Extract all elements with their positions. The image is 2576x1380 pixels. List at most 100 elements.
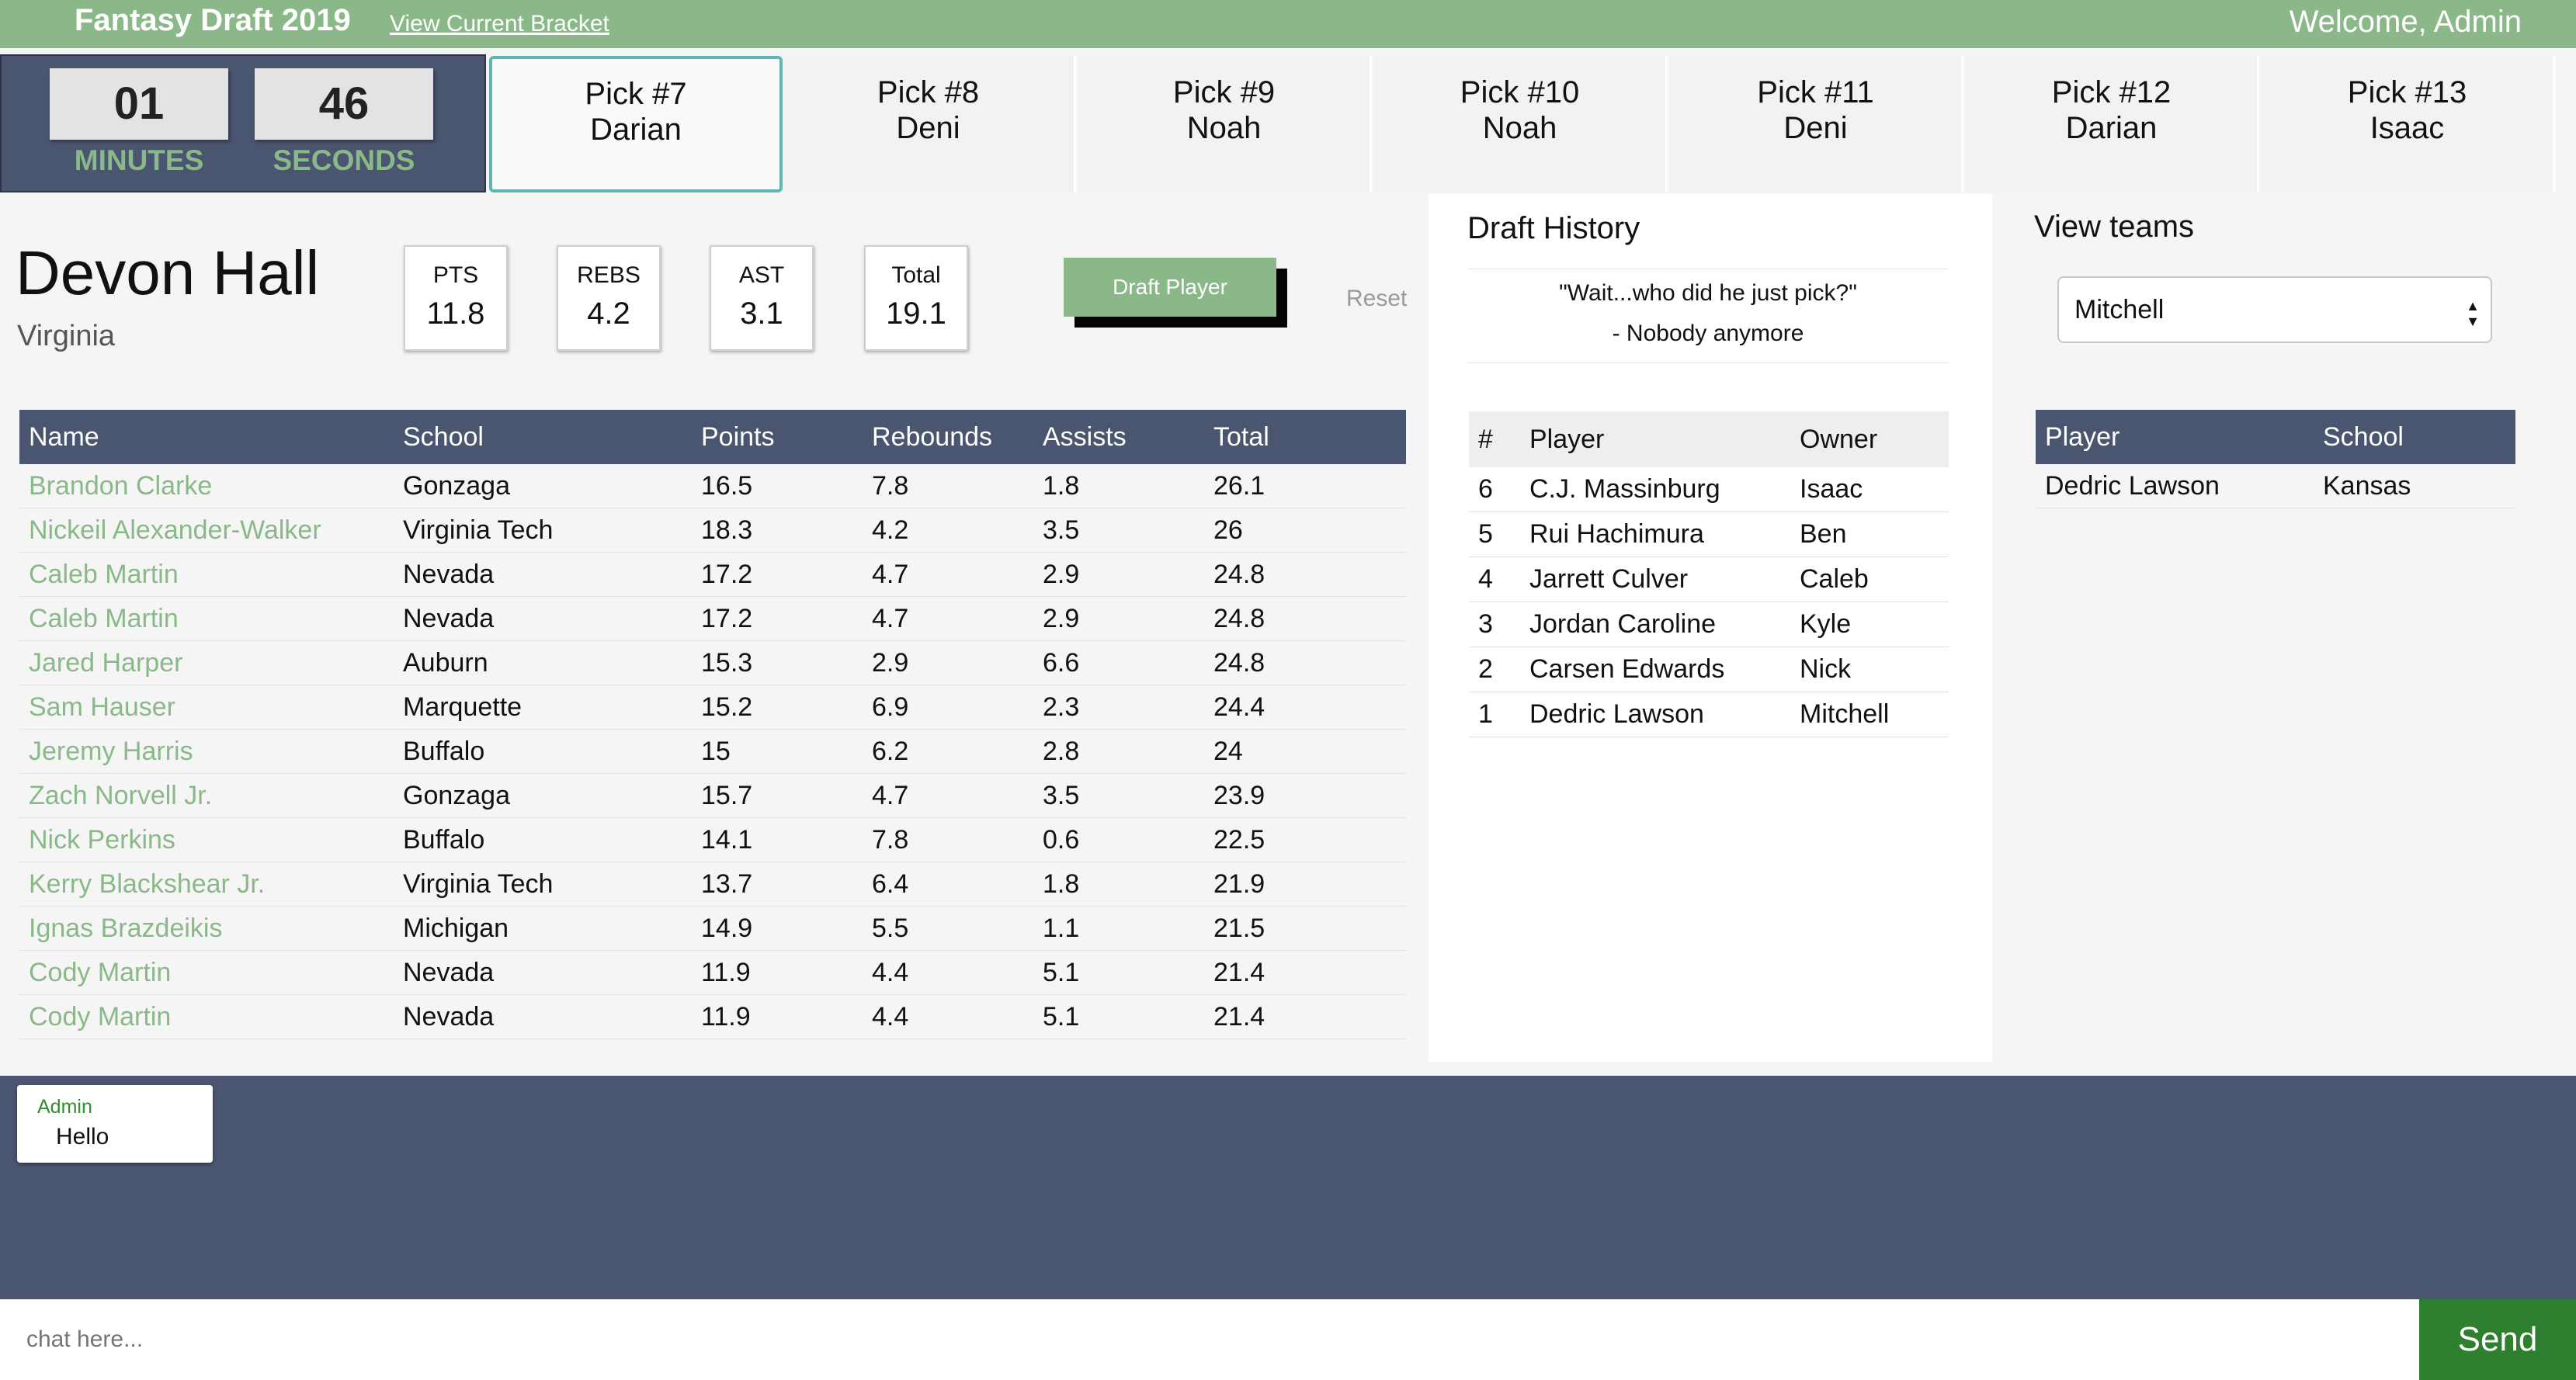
player-name-cell[interactable]: Caleb Martin: [19, 552, 394, 597]
assists-cell: 2.8: [1033, 729, 1204, 774]
table-row[interactable]: Jeremy Harris Buffalo 15 6.2 2.8 24: [19, 729, 1406, 774]
school-cell: Virginia Tech: [394, 508, 692, 553]
assists-cell: 2.9: [1033, 596, 1204, 641]
table-row[interactable]: Cody Martin Nevada 11.9 4.4 5.1 21.4: [19, 950, 1406, 995]
table-row[interactable]: Kerry Blackshear Jr. Virginia Tech 13.7 6.4…: [19, 862, 1406, 907]
pick-number-cell: 6: [1469, 467, 1520, 512]
table-row[interactable]: Caleb Martin Nevada 17.2 4.7 2.9 24.8: [19, 596, 1406, 641]
total-cell: 21.5: [1204, 906, 1406, 951]
points-cell: 15.2: [692, 685, 863, 730]
player-name-cell[interactable]: Zach Norvell Jr.: [19, 773, 394, 818]
pick-number-cell: 2: [1469, 647, 1520, 692]
player-name-cell[interactable]: Cody Martin: [19, 994, 394, 1039]
school-cell: Nevada: [394, 596, 692, 641]
player-name-cell: Dedric Lawson: [1520, 692, 1790, 737]
player-name-cell[interactable]: Ignas Brazdeikis: [19, 906, 394, 951]
history-row[interactable]: 5 Rui Hachimura Ben: [1469, 511, 1949, 557]
column-header-school: School: [2314, 410, 2515, 464]
stat-value: 4.2: [587, 296, 630, 331]
player-name-cell[interactable]: Jeremy Harris: [19, 729, 394, 774]
send-button[interactable]: Send: [2419, 1299, 2576, 1380]
column-header-school[interactable]: School: [394, 410, 692, 464]
rebounds-cell: 4.4: [863, 994, 1033, 1039]
assists-cell: 2.9: [1033, 552, 1204, 597]
owner-cell: Mitchell: [1790, 692, 1949, 737]
table-row[interactable]: Nickeil Alexander-Walker Virginia Tech 18.…: [19, 508, 1406, 553]
chat-input[interactable]: [0, 1299, 2407, 1380]
player-name-cell[interactable]: Brandon Clarke: [19, 464, 394, 508]
team-roster-table: Player School Dedric Lawson Kansas: [2036, 410, 2515, 508]
player-name-cell[interactable]: Nickeil Alexander-Walker: [19, 508, 394, 553]
selected-player-name: Devon Hall: [16, 238, 320, 307]
view-bracket-link[interactable]: View Current Bracket: [390, 11, 609, 37]
column-header-total[interactable]: Total: [1204, 410, 1406, 464]
player-name-cell[interactable]: Kerry Blackshear Jr.: [19, 862, 394, 907]
chat-message: Admin Hello: [17, 1085, 213, 1163]
pick-card-9[interactable]: Pick #9 Noah: [1078, 56, 1372, 192]
minutes-value: 01: [50, 68, 228, 140]
table-row[interactable]: Nick Perkins Buffalo 14.1 7.8 0.6 22.5: [19, 817, 1406, 862]
pick-card-8[interactable]: Pick #8 Deni: [783, 56, 1076, 192]
pick-number-cell: 3: [1469, 602, 1520, 647]
total-cell: 21.9: [1204, 862, 1406, 907]
stat-label: Total: [891, 262, 941, 288]
school-cell: Gonzaga: [394, 464, 692, 508]
team-select[interactable]: Mitchell ▲ ▼: [2057, 276, 2492, 343]
stat-value: 11.8: [426, 296, 485, 331]
available-players-table: Name School Points Rebounds Assists Tota…: [19, 410, 1406, 1039]
chat-input-bar: [0, 1299, 2419, 1380]
column-header-name[interactable]: Name: [19, 410, 394, 464]
points-cell: 17.2: [692, 596, 863, 641]
pick-number: Pick #10: [1460, 75, 1580, 109]
player-name-cell[interactable]: Sam Hauser: [19, 685, 394, 730]
app-title: Fantasy Draft 2019: [75, 3, 351, 37]
history-row[interactable]: 6 C.J. Massinburg Isaac: [1469, 467, 1949, 512]
chat-message-author: Admin: [37, 1096, 92, 1118]
history-row[interactable]: 1 Dedric Lawson Mitchell: [1469, 692, 1949, 737]
table-row[interactable]: Jared Harper Auburn 15.3 2.9 6.6 24.8: [19, 640, 1406, 685]
history-row[interactable]: 2 Carsen Edwards Nick: [1469, 647, 1949, 692]
assists-cell: 5.1: [1033, 950, 1204, 995]
points-cell: 14.9: [692, 906, 863, 951]
pick-card-10[interactable]: Pick #10 Noah: [1374, 56, 1668, 192]
assists-cell: 2.3: [1033, 685, 1204, 730]
roster-row[interactable]: Dedric Lawson Kansas: [2036, 464, 2515, 508]
history-row[interactable]: 4 Jarrett Culver Caleb: [1469, 557, 1949, 602]
stat-box-ast: AST 3.1: [710, 245, 814, 351]
table-row[interactable]: Brandon Clarke Gonzaga 16.5 7.8 1.8 26.1: [19, 464, 1406, 508]
player-name-cell: Jordan Caroline: [1520, 602, 1790, 647]
school-cell: Marquette: [394, 685, 692, 730]
pick-owner: Isaac: [2369, 111, 2445, 145]
table-row[interactable]: Cody Martin Nevada 11.9 4.4 5.1 21.4: [19, 994, 1406, 1039]
points-cell: 16.5: [692, 464, 863, 508]
selected-player-school: Virginia: [17, 320, 116, 352]
pick-card-11[interactable]: Pick #11 Deni: [1670, 56, 1963, 192]
player-name-cell[interactable]: Cody Martin: [19, 950, 394, 995]
column-header-rebounds[interactable]: Rebounds: [863, 410, 1033, 464]
quote-text: "Wait...who did he just pick?": [1559, 280, 1857, 306]
draft-player-button[interactable]: Draft Player: [1064, 258, 1276, 317]
table-row[interactable]: Sam Hauser Marquette 15.2 6.9 2.3 24.4: [19, 685, 1406, 730]
points-cell: 15: [692, 729, 863, 774]
pick-card-7[interactable]: Pick #7 Darian: [489, 56, 783, 192]
owner-cell: Caleb: [1790, 557, 1949, 602]
history-row[interactable]: 3 Jordan Caroline Kyle: [1469, 602, 1949, 647]
table-row[interactable]: Caleb Martin Nevada 17.2 4.7 2.9 24.8: [19, 552, 1406, 597]
school-cell: Kansas: [2314, 464, 2515, 508]
column-header-assists[interactable]: Assists: [1033, 410, 1204, 464]
assists-cell: 0.6: [1033, 817, 1204, 862]
pick-card-13[interactable]: Pick #13 Isaac: [2262, 56, 2555, 192]
column-header-player: Player: [2036, 410, 2314, 464]
table-row[interactable]: Zach Norvell Jr. Gonzaga 15.7 4.7 3.5 23.9: [19, 773, 1406, 818]
total-cell: 24.4: [1204, 685, 1406, 730]
column-header-points[interactable]: Points: [692, 410, 863, 464]
table-row[interactable]: Ignas Brazdeikis Michigan 14.9 5.5 1.1 21.5: [19, 906, 1406, 951]
player-name-cell[interactable]: Nick Perkins: [19, 817, 394, 862]
player-name-cell[interactable]: Jared Harper: [19, 640, 394, 685]
reset-button[interactable]: Reset: [1346, 286, 1407, 312]
pick-card-12[interactable]: Pick #12 Darian: [1966, 56, 2259, 192]
player-name-cell[interactable]: Caleb Martin: [19, 596, 394, 641]
school-cell: Nevada: [394, 552, 692, 597]
stat-value: 19.1: [886, 296, 946, 331]
points-cell: 11.9: [692, 950, 863, 995]
